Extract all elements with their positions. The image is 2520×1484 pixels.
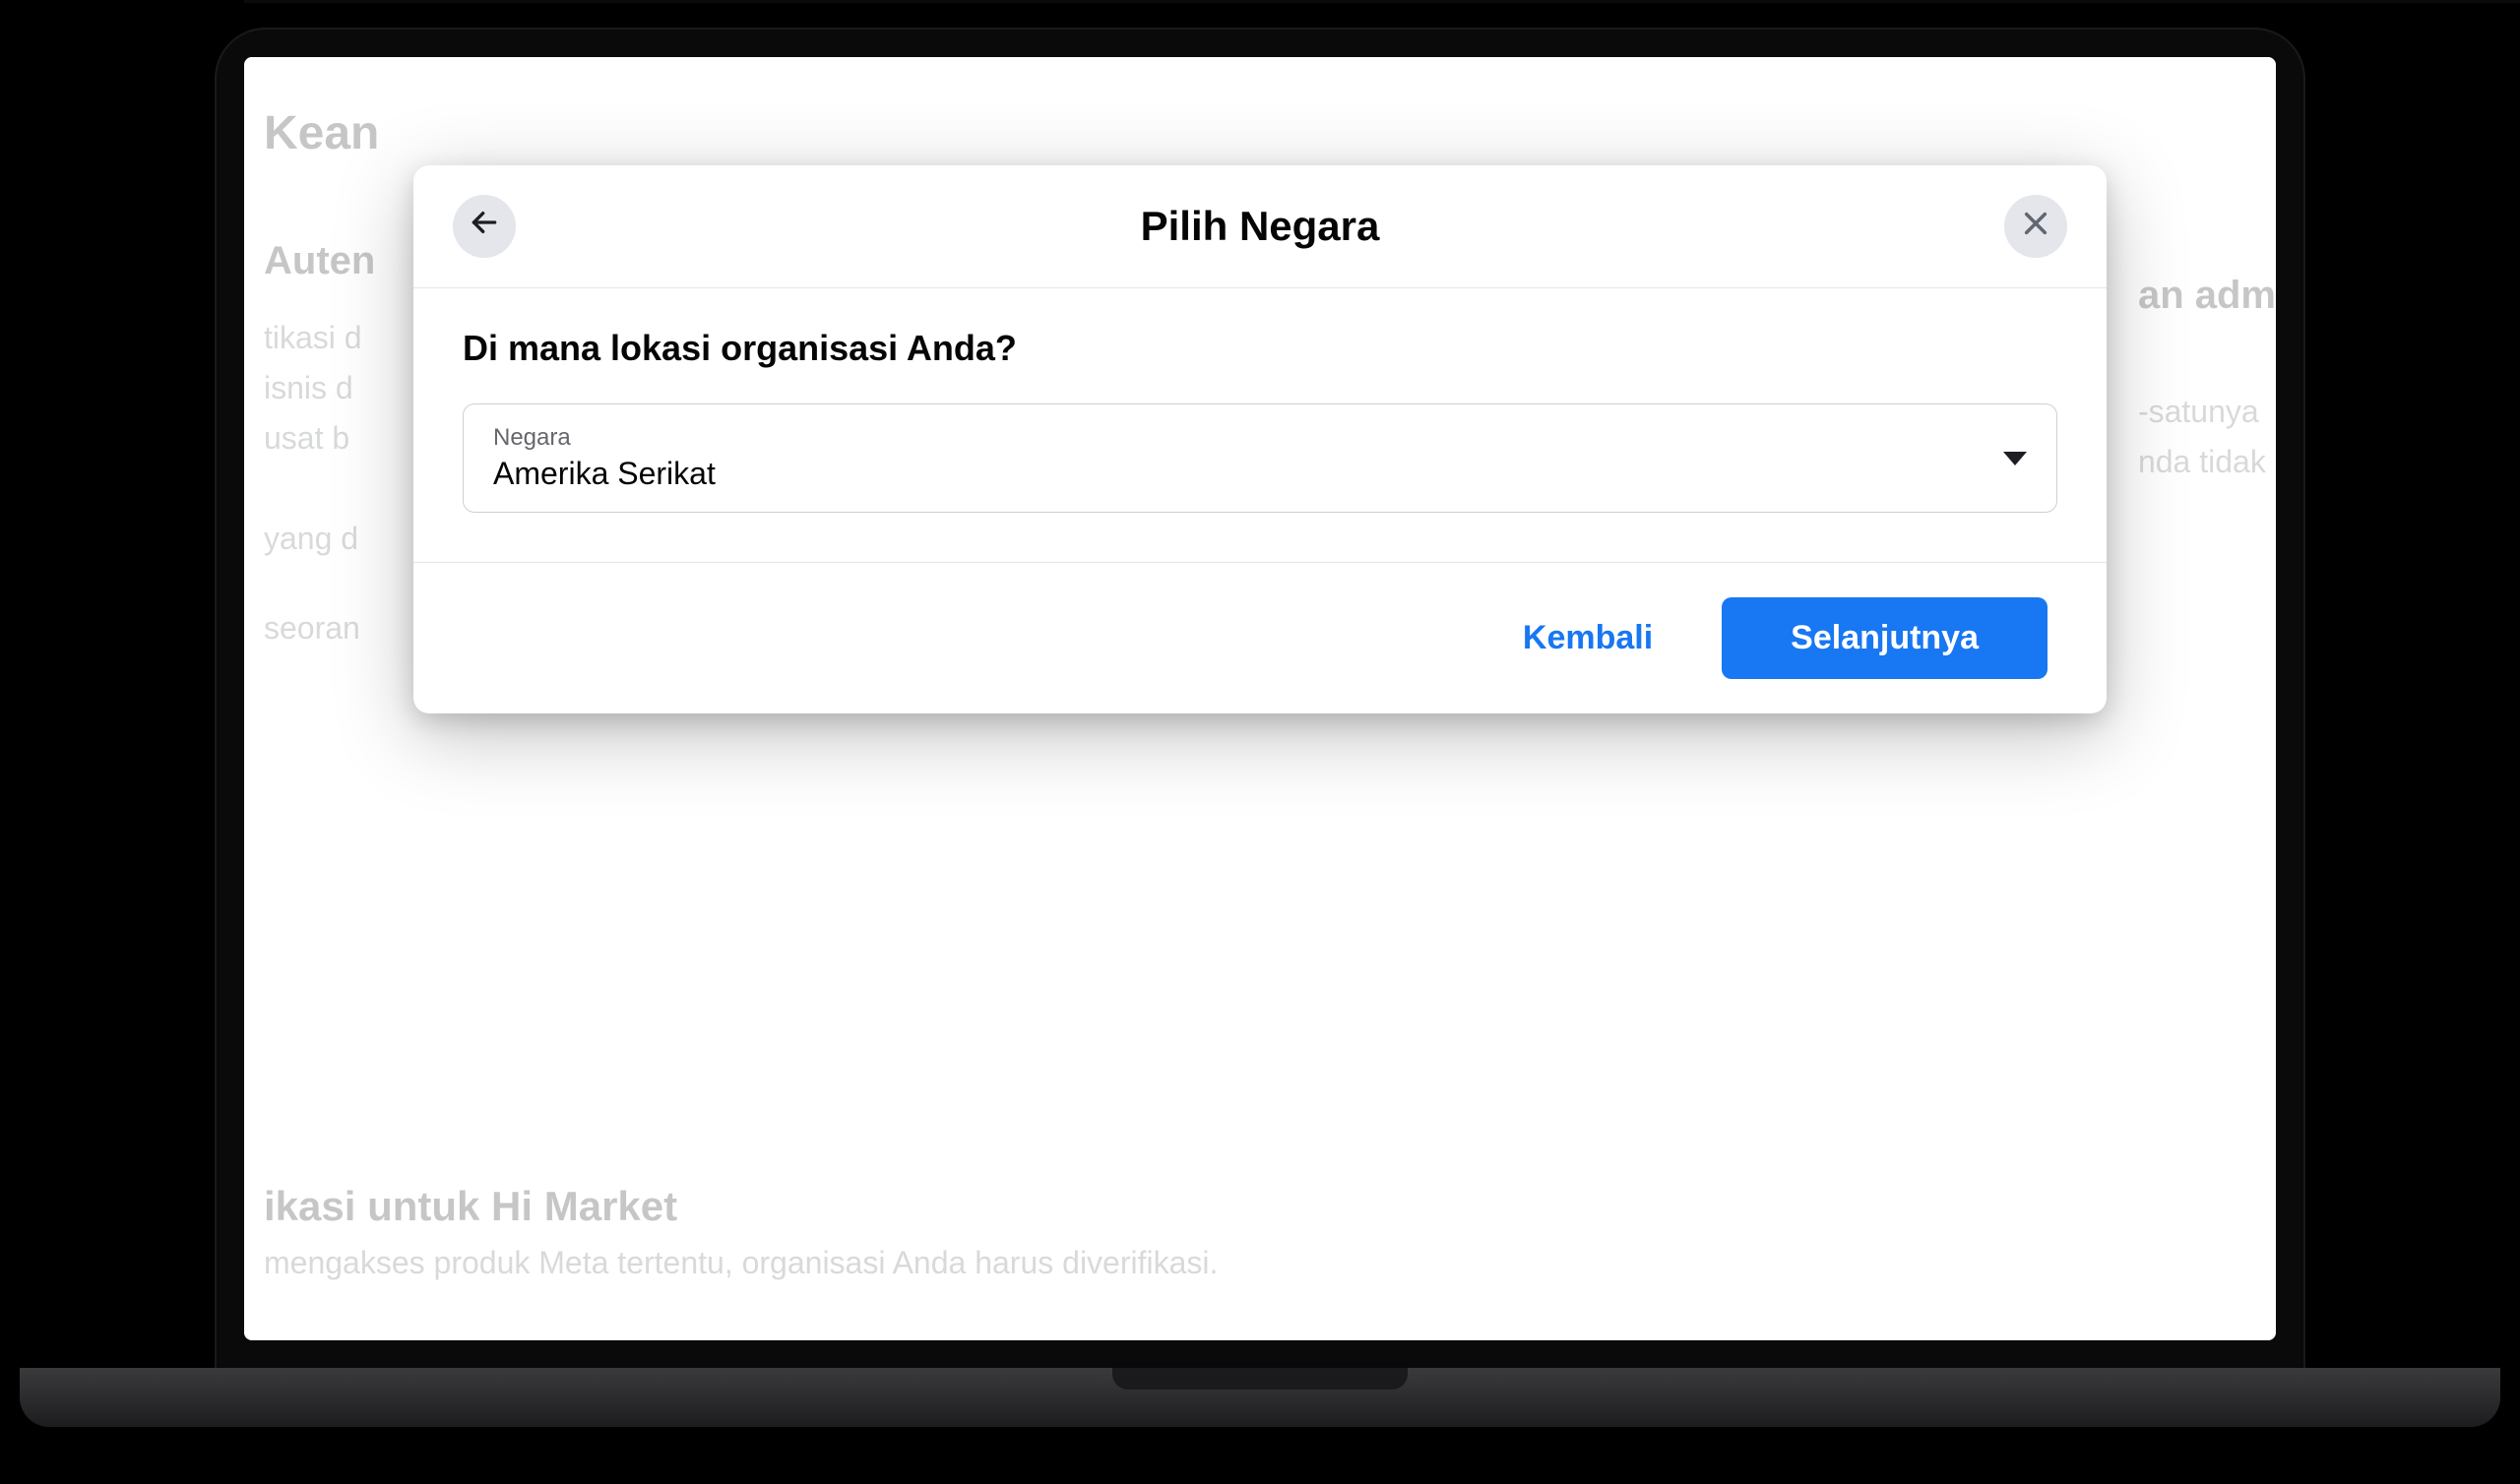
next-button[interactable]: Selanjutnya: [1722, 597, 2048, 679]
modal-overlay: Pilih Negara Di mana lokasi organisas: [244, 57, 2276, 1340]
laptop-body: Kean Auten tikasi d isnis d usat b yang …: [217, 30, 2303, 1368]
laptop-notch: [1112, 1368, 1408, 1390]
modal-title: Pilih Negara: [516, 203, 2004, 250]
modal-footer: Kembali Selanjutnya: [413, 563, 2107, 713]
modal-body: Di mana lokasi organisasi Anda? Negara A…: [413, 288, 2107, 563]
country-select[interactable]: Negara Amerika Serikat: [463, 403, 2057, 513]
device-label: MacBook Pro: [244, 0, 2520, 3]
modal-header: Pilih Negara: [413, 165, 2107, 288]
arrow-left-icon: [469, 207, 500, 246]
close-icon: [2022, 209, 2049, 245]
back-button[interactable]: Kembali: [1493, 601, 1682, 675]
select-value: Amerika Serikat: [493, 456, 716, 492]
chevron-down-icon: [2003, 452, 2027, 465]
close-button[interactable]: [2004, 195, 2067, 258]
laptop-base: [20, 1368, 2500, 1427]
laptop-frame: Kean Auten tikasi d isnis d usat b yang …: [0, 0, 2520, 1484]
screen-content: Kean Auten tikasi d isnis d usat b yang …: [244, 57, 2276, 1340]
modal-question: Di mana lokasi organisasi Anda?: [463, 328, 2057, 369]
back-icon-button[interactable]: [453, 195, 516, 258]
select-content: Negara Amerika Serikat: [493, 424, 716, 492]
select-label: Negara: [493, 424, 716, 452]
country-select-modal: Pilih Negara Di mana lokasi organisas: [413, 165, 2107, 713]
